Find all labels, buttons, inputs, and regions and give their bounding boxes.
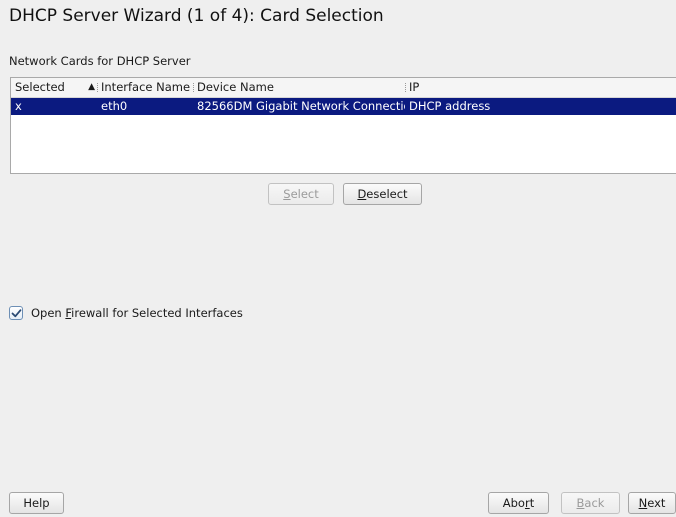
sort-ascending-icon: ▲ bbox=[88, 82, 95, 92]
next-button[interactable]: Next bbox=[628, 492, 676, 514]
next-button-rest: ext bbox=[647, 496, 666, 510]
cell-selected: x bbox=[15, 99, 22, 113]
abort-button-prefix: Abo bbox=[502, 496, 525, 510]
column-header-interface-name[interactable]: Interface Name bbox=[97, 78, 193, 97]
open-firewall-checkbox[interactable] bbox=[9, 306, 23, 320]
deselect-button-mnemonic: D bbox=[357, 187, 367, 201]
select-button[interactable]: Select bbox=[268, 183, 334, 205]
wizard-title: DHCP Server Wizard (1 of 4): Card Select… bbox=[9, 6, 384, 26]
checkmark-icon bbox=[11, 309, 22, 318]
abort-button[interactable]: Abort bbox=[488, 492, 549, 514]
column-header-ip[interactable]: IP bbox=[405, 78, 676, 97]
cell-ip: DHCP address bbox=[409, 99, 491, 113]
deselect-button[interactable]: Deselect bbox=[343, 183, 422, 205]
network-cards-table[interactable]: Selected ▲ Interface Name Device Name IP… bbox=[10, 77, 676, 174]
column-header-selected[interactable]: Selected ▲ bbox=[11, 78, 97, 97]
next-button-mnemonic: N bbox=[638, 496, 648, 510]
back-button[interactable]: Back bbox=[561, 492, 620, 514]
column-header-selected-label: Selected bbox=[15, 80, 65, 94]
cell-interface-name-text: eth0 bbox=[101, 99, 128, 113]
open-firewall-label-rest: irewall for Selected Interfaces bbox=[71, 306, 243, 320]
open-firewall-label: Open Firewall for Selected Interfaces bbox=[31, 306, 243, 320]
network-cards-label: Network Cards for DHCP Server bbox=[9, 54, 191, 68]
cell-interface-name: eth0 bbox=[97, 98, 193, 115]
table-row[interactable]: x eth0 82566DM Gigabit Network Connectio… bbox=[11, 98, 676, 115]
help-button[interactable]: Help bbox=[9, 492, 64, 514]
table-header: Selected ▲ Interface Name Device Name IP bbox=[11, 78, 676, 98]
abort-button-rest: t bbox=[529, 496, 535, 510]
select-button-rest: elect bbox=[290, 187, 319, 201]
deselect-button-rest: eselect bbox=[366, 187, 408, 201]
select-button-mnemonic: S bbox=[283, 187, 291, 201]
column-header-device-name[interactable]: Device Name bbox=[193, 78, 405, 97]
cell-device-name: 82566DM Gigabit Network Connection bbox=[197, 99, 405, 113]
back-button-rest: ack bbox=[584, 496, 605, 510]
open-firewall-label-prefix: Open bbox=[31, 306, 66, 320]
open-firewall-option[interactable]: Open Firewall for Selected Interfaces bbox=[9, 306, 243, 320]
